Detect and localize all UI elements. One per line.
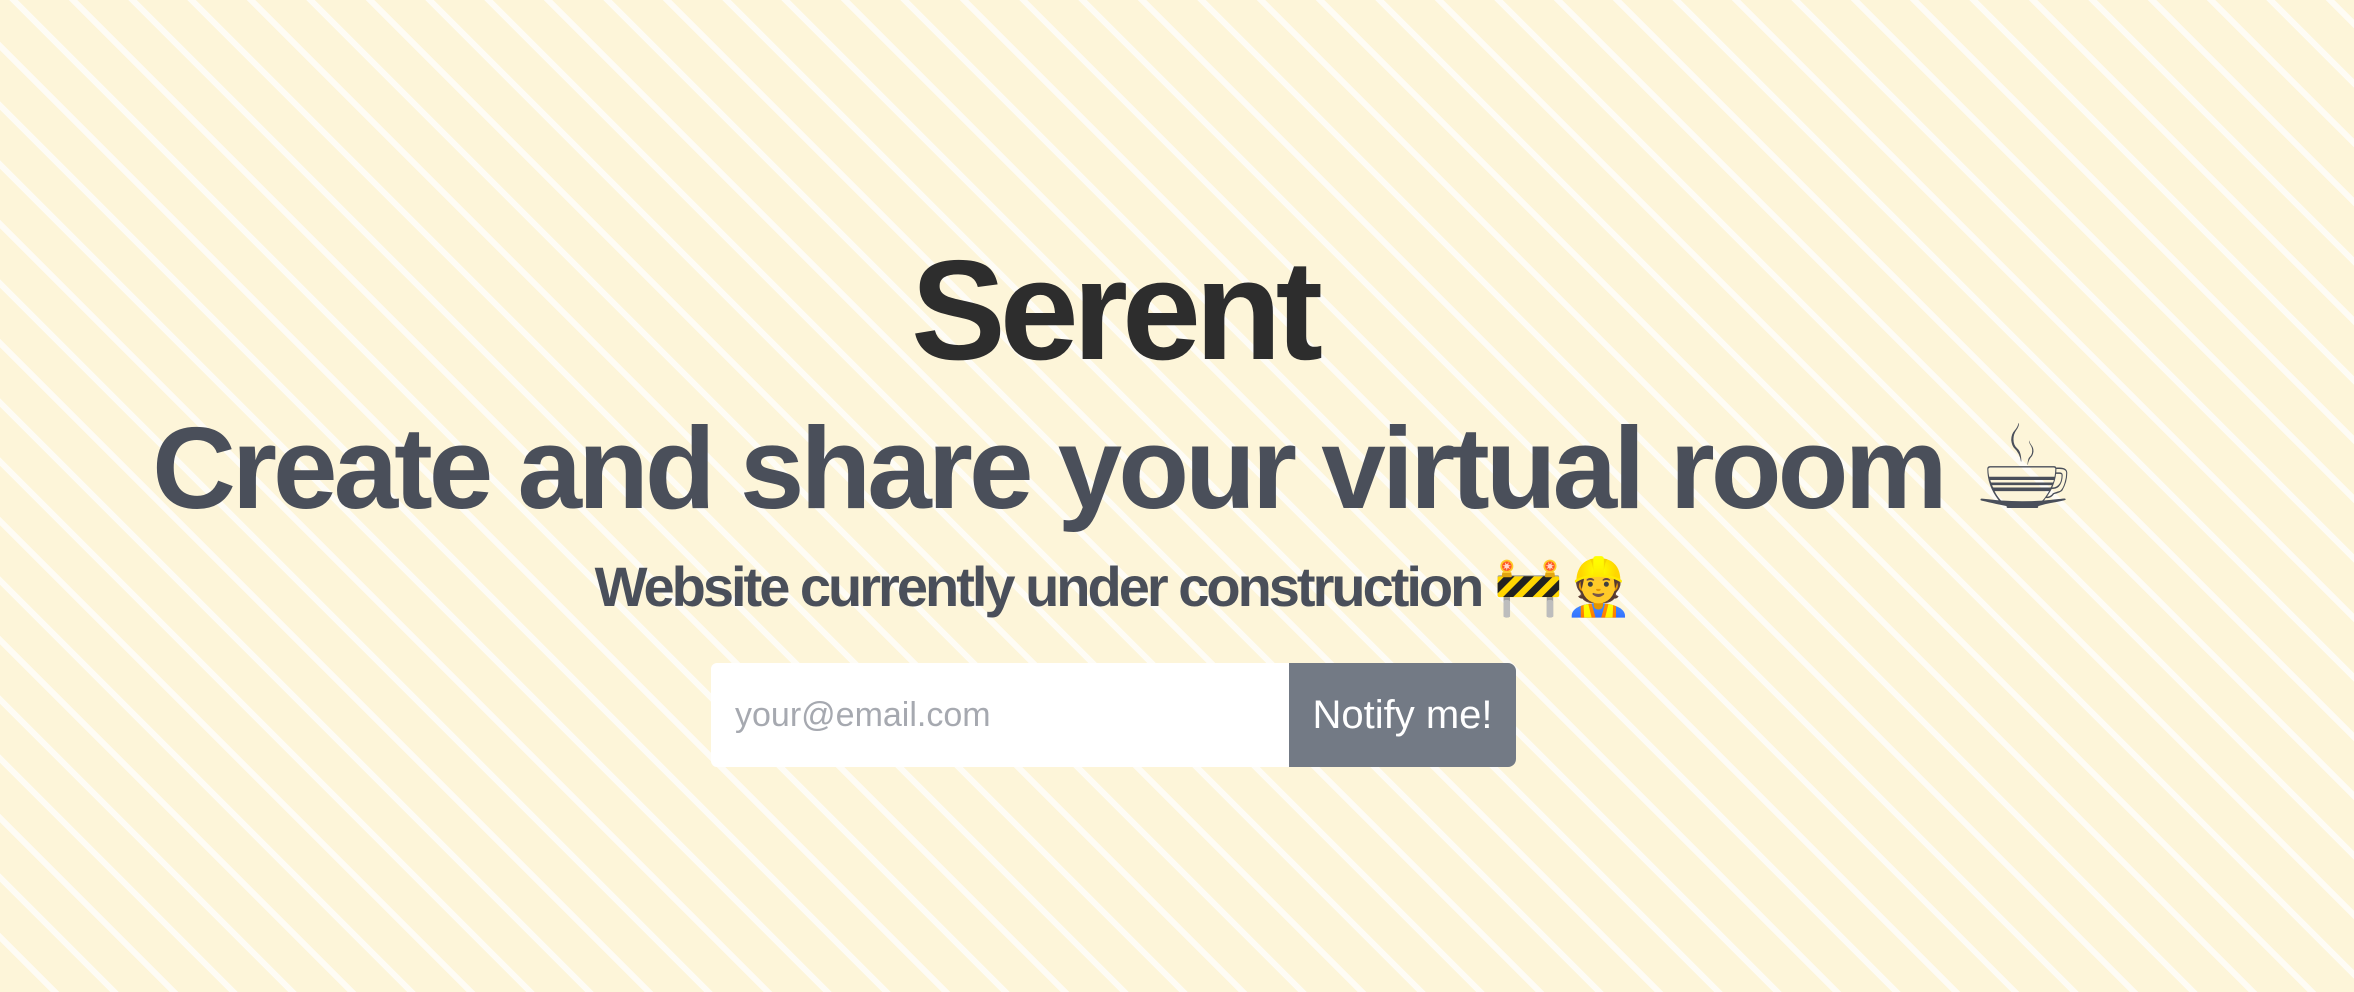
coffee-icon: ☕ <box>1971 403 2076 533</box>
notify-button[interactable]: Notify me! <box>1289 663 1516 767</box>
email-field[interactable] <box>711 663 1289 767</box>
construction-notice: Website currently under construction 🚧👷 <box>595 555 1634 619</box>
hero-tagline-text: Create and share your virtual room <box>152 403 1947 533</box>
notify-form: Notify me! <box>711 663 1516 767</box>
construction-worker-icon: 🚧👷 <box>1493 555 1634 618</box>
brand-title: Serent <box>911 231 1323 390</box>
hero-tagline: Create and share your virtual room ☕ <box>152 408 2076 528</box>
construction-notice-text: Website currently under construction <box>594 555 1485 618</box>
landing-page: Serent Create and share your virtual roo… <box>0 0 2354 992</box>
